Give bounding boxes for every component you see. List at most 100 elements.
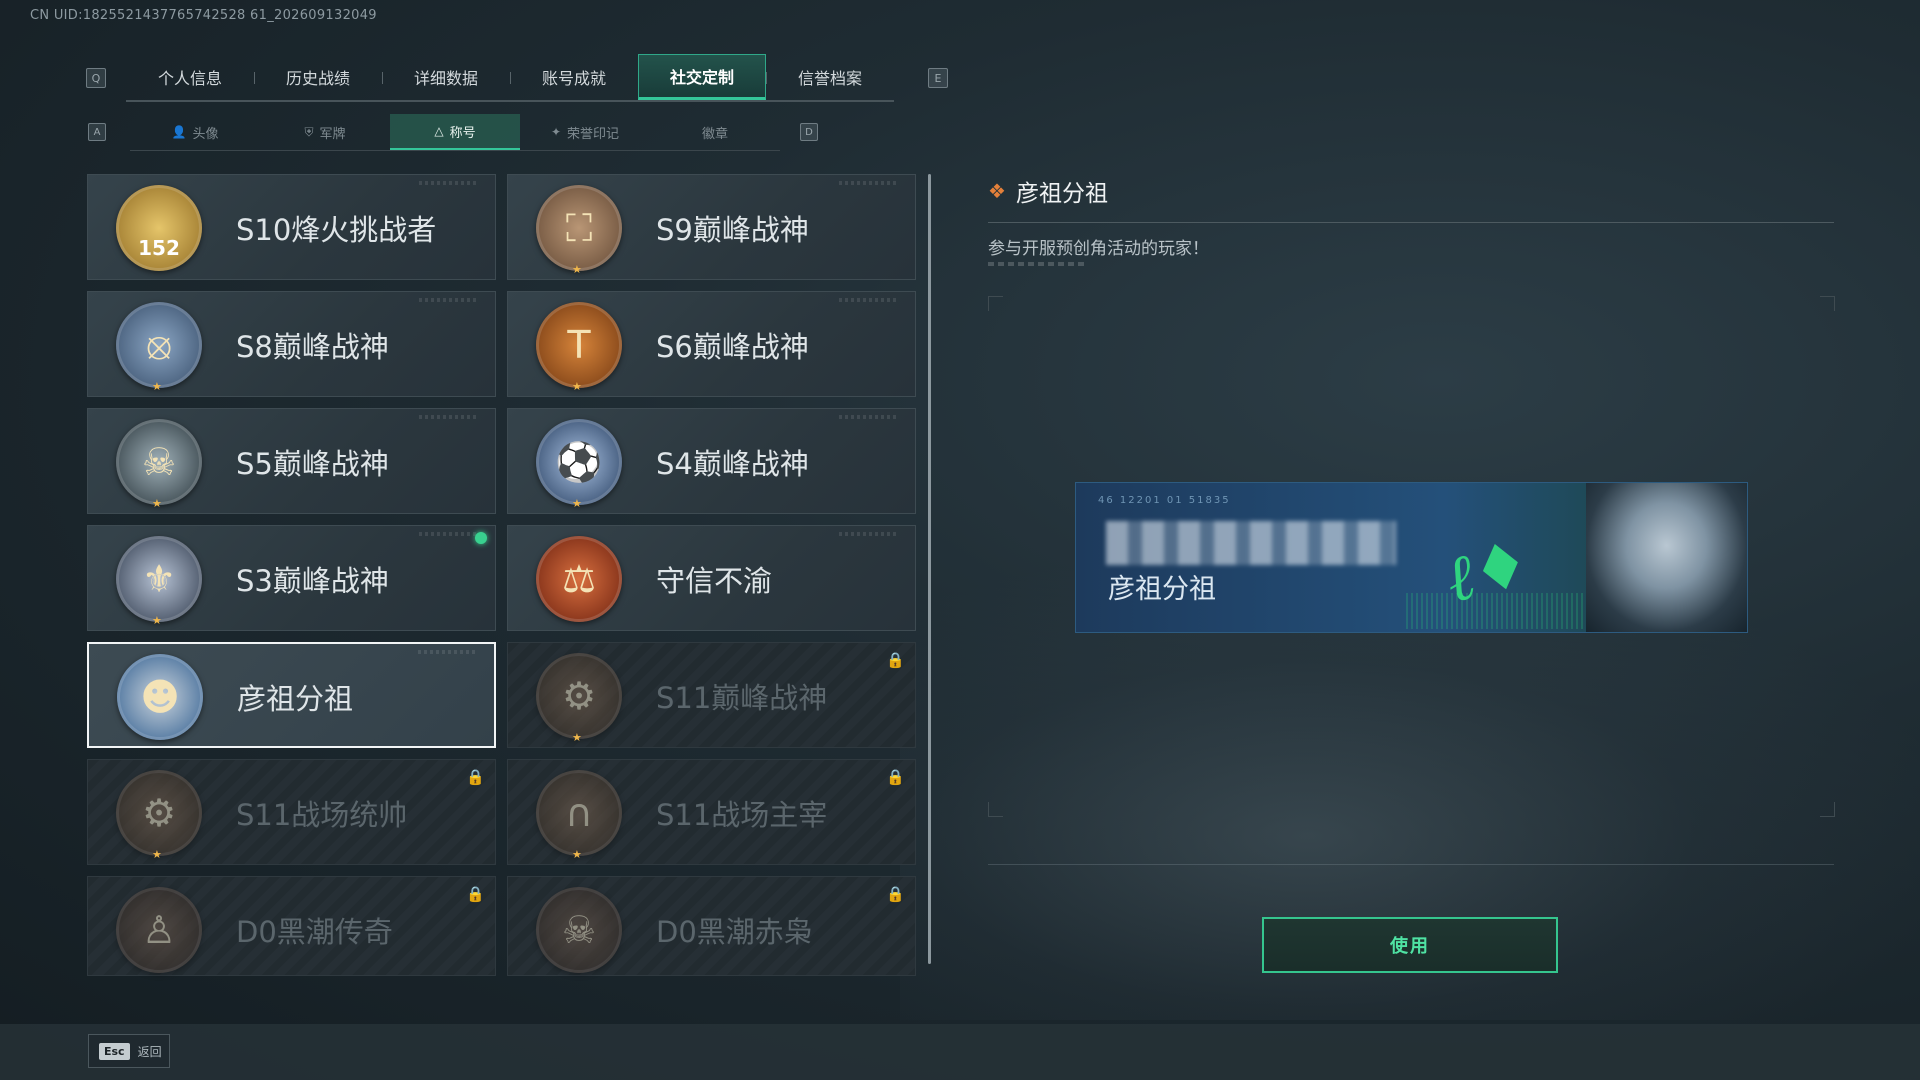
title-card-locked[interactable]: 🔒 ☠ D0黑潮赤枭: [507, 876, 916, 976]
title-banner-preview: 46 12201 01 51835 彦祖分祖 ℓ♦: [1075, 482, 1748, 633]
title-card[interactable]: ⛶ ★ S9巅峰战神: [507, 174, 916, 280]
title-card[interactable]: ⦻ ★ S8巅峰战神: [87, 291, 496, 397]
detail-header: ❖ 彦祖分祖: [988, 174, 1108, 208]
banner-codes: 46 12201 01 51835: [1098, 495, 1231, 506]
title-name: 彦祖分祖: [237, 682, 354, 716]
uid-label: CN UID:1825521437765742528 61_2026091320…: [30, 8, 377, 23]
s9-badge-icon: ⛶: [536, 185, 622, 271]
title-card[interactable]: ⚖ 守信不渝: [507, 525, 916, 631]
subtab-badge[interactable]: 徽章: [650, 114, 780, 150]
card-decoration: [839, 181, 899, 185]
title-card-selected[interactable]: ☻ 彦祖分祖: [87, 642, 496, 748]
subtab-avatar[interactable]: 👤 头像: [130, 114, 260, 150]
s4-helmet-badge-icon: ⚽: [536, 419, 622, 505]
subtab-honor-mark[interactable]: ✦ 荣誉印记: [520, 114, 650, 150]
frame-corner: [988, 802, 1003, 817]
lock-icon: 🔒: [466, 885, 485, 903]
title-list-scrollbar[interactable]: [928, 174, 931, 964]
portrait-badge-icon: ☻: [117, 654, 203, 740]
title-name: S8巅峰战神: [236, 330, 389, 364]
tab-social-custom[interactable]: 社交定制: [638, 54, 766, 100]
frame-corner: [1820, 296, 1835, 311]
star-icon: ★: [572, 497, 582, 510]
title-card-locked[interactable]: 🔒 ♙ D0黑潮传奇: [87, 876, 496, 976]
subtab-dogtag-label: 军牌: [319, 126, 346, 142]
banner-portrait: [1586, 483, 1747, 632]
detail-description: 参与开服预创角活动的玩家！: [988, 239, 1209, 259]
card-decoration: [419, 298, 479, 302]
s6-badge-icon: T: [536, 302, 622, 388]
person-icon: 👤: [171, 125, 187, 139]
star-icon: ★: [572, 731, 582, 744]
subtab-dogtag[interactable]: ⛨ 军牌: [260, 114, 390, 150]
sub-tab-bar: A 👤 头像 ⛨ 军牌 △ 称号 ✦ 荣誉印记 徽章 D: [84, 114, 824, 151]
subtab-badge-label: 徽章: [701, 126, 728, 142]
frame-corner: [1820, 802, 1835, 817]
title-card[interactable]: 152 S10烽火挑战者: [87, 174, 496, 280]
card-decoration: [419, 415, 479, 419]
lock-icon: 🔒: [466, 768, 485, 786]
title-name: S11巅峰战神: [656, 681, 828, 715]
title-name: S3巅峰战神: [236, 564, 389, 598]
lock-icon: 🔒: [886, 885, 905, 903]
tab-match-history[interactable]: 历史战绩: [254, 54, 382, 100]
s11-tank-badge-icon: ⚙: [536, 653, 622, 739]
title-card[interactable]: ☠ ★ S5巅峰战神: [87, 408, 496, 514]
frame-corner: [988, 296, 1003, 311]
star-icon: ★: [152, 497, 162, 510]
key-hint-q[interactable]: Q: [86, 68, 106, 88]
s5-skull-badge-icon: ☠: [116, 419, 202, 505]
title-name: S10烽火挑战者: [236, 213, 437, 247]
title-card-locked[interactable]: 🔒 ⚙ ★ S11巅峰战神: [507, 642, 916, 748]
subtab-honor-mark-label: 荣誉印记: [567, 126, 620, 142]
key-hint-a[interactable]: A: [88, 123, 106, 141]
honor-mark-icon: ✦: [550, 125, 562, 139]
title-card[interactable]: ⚽ ★ S4巅峰战神: [507, 408, 916, 514]
title-name: S9巅峰战神: [656, 213, 809, 247]
card-decoration: [419, 181, 479, 185]
title-card-locked[interactable]: 🔒 ⚙ ★ S11战场统帅: [87, 759, 496, 865]
tab-detailed-stats[interactable]: 详细数据: [382, 54, 510, 100]
title-card[interactable]: ⚜ ★ S3巅峰战神: [87, 525, 496, 631]
detail-divider: [988, 222, 1834, 223]
card-decoration: [839, 415, 899, 419]
star-icon: ★: [152, 614, 162, 627]
subtab-avatar-label: 头像: [192, 126, 219, 142]
star-icon: ★: [572, 380, 582, 393]
title-card[interactable]: T ★ S6巅峰战神: [507, 291, 916, 397]
esc-key-hint: Esc: [99, 1042, 130, 1060]
sub-tabs: 👤 头像 ⛨ 军牌 △ 称号 ✦ 荣誉印记 徽章: [130, 114, 780, 151]
title-grid: 152 S10烽火挑战者 ⛶ ★ S9巅峰战神 ⦻ ★ S8巅峰战神 T ★ S…: [87, 174, 917, 976]
use-button[interactable]: 使用: [1262, 917, 1558, 973]
diamond-icon: ❖: [988, 179, 1006, 203]
title-name: D0黑潮传奇: [236, 915, 393, 949]
tab-achievements[interactable]: 账号成就: [510, 54, 638, 100]
lock-icon: 🔒: [886, 651, 905, 669]
title-icon: △: [434, 124, 444, 138]
title-card-locked[interactable]: 🔒 ∩ ★ S11战场主宰: [507, 759, 916, 865]
scales-badge-icon: ⚖: [536, 536, 622, 622]
tab-personal-info[interactable]: 个人信息: [126, 54, 254, 100]
key-hint-d[interactable]: D: [800, 123, 818, 141]
title-name: 守信不渝: [656, 564, 773, 598]
card-decoration: [839, 298, 899, 302]
s3-badge-icon: ⚜: [116, 536, 202, 622]
card-decoration: [418, 650, 478, 654]
s8-badge-icon: ⦻: [116, 302, 202, 388]
tab-credit-record[interactable]: 信誉档案: [766, 54, 894, 100]
back-label: 返回: [137, 1044, 162, 1059]
badge-level-text: 152: [138, 236, 180, 260]
title-name: S4巅峰战神: [656, 447, 809, 481]
d0-hood-badge-icon: ♙: [116, 887, 202, 973]
star-icon: ★: [572, 848, 582, 861]
title-name: S5巅峰战神: [236, 447, 389, 481]
card-decoration: [839, 532, 899, 536]
star-icon: ★: [152, 380, 162, 393]
title-name: S6巅峰战神: [656, 330, 809, 364]
key-hint-e[interactable]: E: [928, 68, 948, 88]
new-indicator-dot: [475, 532, 487, 544]
star-icon: ★: [572, 263, 582, 276]
lock-icon: 🔒: [886, 768, 905, 786]
subtab-title[interactable]: △ 称号: [390, 114, 520, 150]
back-button[interactable]: Esc 返回: [88, 1034, 170, 1068]
